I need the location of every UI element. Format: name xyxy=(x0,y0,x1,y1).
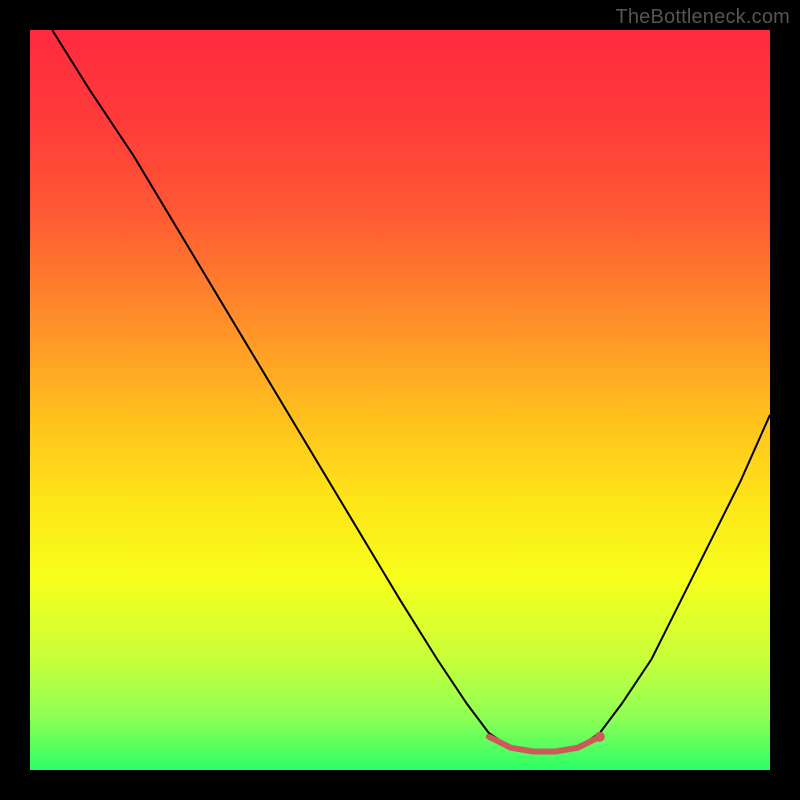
watermark: TheBottleneck.com xyxy=(615,6,790,29)
chart-svg xyxy=(0,0,800,800)
chart-root: TheBottleneck.com xyxy=(0,0,800,800)
plot-background xyxy=(30,30,770,770)
optimal-range-end-dot xyxy=(595,732,605,742)
